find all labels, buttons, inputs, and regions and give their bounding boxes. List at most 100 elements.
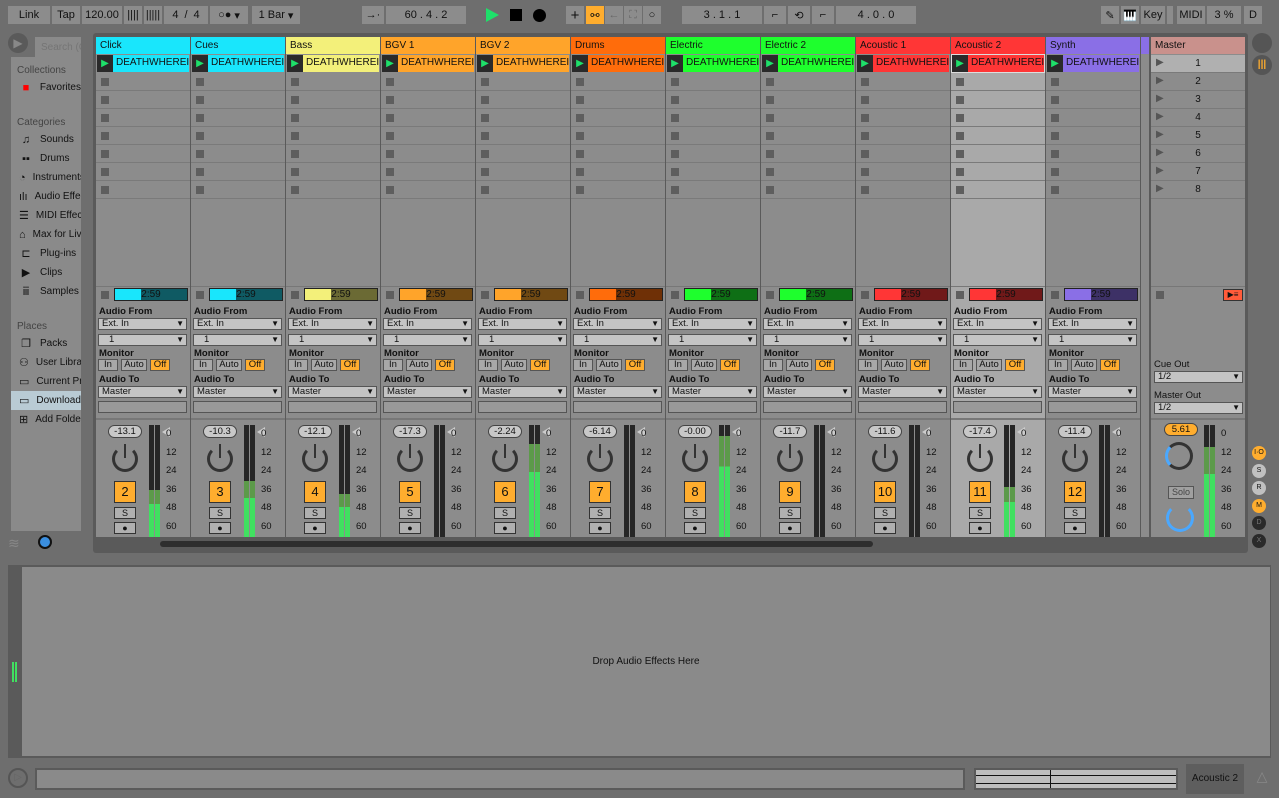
audio-to-select[interactable]: Master: [1048, 386, 1137, 398]
empty-clip-slot[interactable]: [476, 91, 570, 109]
track-activator-button[interactable]: 4: [304, 481, 326, 503]
solo-button[interactable]: S: [684, 507, 706, 519]
monitor-in-button[interactable]: In: [193, 359, 213, 371]
empty-clip-slot[interactable]: [856, 145, 950, 163]
monitor-off-button[interactable]: Off: [720, 359, 740, 371]
loop-icon[interactable]: ⟲: [788, 6, 810, 24]
audio-from-select[interactable]: Ext. In: [478, 318, 567, 330]
browser-item-clips[interactable]: ▶ Clips: [11, 263, 81, 282]
arm-button[interactable]: ●: [684, 522, 706, 534]
track-stop-button[interactable]: [671, 291, 679, 299]
empty-clip-slot[interactable]: [191, 109, 285, 127]
input-channel-select[interactable]: 1: [478, 334, 567, 346]
empty-clip-slot[interactable]: [666, 73, 760, 91]
clip-play-icon[interactable]: ▶: [97, 55, 113, 72]
arrangement-position-field[interactable]: 60 . 4 . 2: [386, 6, 466, 24]
monitor-auto-button[interactable]: Auto: [976, 359, 1002, 371]
track-header[interactable]: Electric 2: [761, 37, 855, 54]
record-icon[interactable]: [533, 9, 546, 22]
monitor-in-button[interactable]: In: [573, 359, 593, 371]
empty-clip-slot[interactable]: [96, 91, 190, 109]
empty-clip-slot[interactable]: [1046, 127, 1140, 145]
input-channel-select[interactable]: 1: [763, 334, 852, 346]
empty-clip-slot[interactable]: [96, 163, 190, 181]
arm-button[interactable]: ●: [304, 522, 326, 534]
empty-clip-slot[interactable]: [951, 73, 1045, 91]
empty-clip-slot[interactable]: [286, 127, 380, 145]
clip-play-icon[interactable]: ▶: [477, 55, 493, 72]
tempo-field[interactable]: 120.00: [82, 6, 122, 24]
empty-clip-slot[interactable]: [571, 145, 665, 163]
solo-button[interactable]: S: [399, 507, 421, 519]
empty-clip-slot[interactable]: [96, 73, 190, 91]
overdub-plus-icon[interactable]: +: [566, 6, 584, 24]
arm-button[interactable]: ●: [494, 522, 516, 534]
empty-clip-slot[interactable]: [1046, 145, 1140, 163]
monitor-auto-button[interactable]: Auto: [691, 359, 717, 371]
track-header[interactable]: BGV 1: [381, 37, 475, 54]
audio-to-select[interactable]: Master: [383, 386, 472, 398]
solo-button[interactable]: S: [874, 507, 896, 519]
track-activator-button[interactable]: 11: [969, 481, 991, 503]
clip-slot-playing[interactable]: ▶DEATHWHEREISYOURSTING: [97, 55, 189, 72]
side-toggle-d[interactable]: D: [1252, 516, 1266, 530]
empty-clip-slot[interactable]: [761, 73, 855, 91]
track-volume[interactable]: -11.6: [868, 425, 902, 438]
audio-to-select[interactable]: Master: [573, 386, 662, 398]
track-activator-button[interactable]: 3: [209, 481, 231, 503]
empty-clip-slot[interactable]: [381, 127, 475, 145]
draw-mode-icon[interactable]: ✎: [1101, 6, 1119, 24]
empty-clip-slot[interactable]: [856, 91, 950, 109]
monitor-off-button[interactable]: Off: [245, 359, 265, 371]
clip-slot-playing[interactable]: ▶DEATHWHEREISYOURSTING: [667, 55, 759, 72]
overview-minimap[interactable]: [974, 768, 1178, 790]
track-stop-button[interactable]: [481, 291, 489, 299]
track-stop-button[interactable]: [196, 291, 204, 299]
arm-button[interactable]: ●: [209, 522, 231, 534]
side-toggle-r[interactable]: R: [1252, 481, 1266, 495]
output-channel-select[interactable]: [763, 401, 852, 413]
empty-clip-slot[interactable]: [96, 127, 190, 145]
monitor-auto-button[interactable]: Auto: [881, 359, 907, 371]
solo-button[interactable]: S: [1064, 507, 1086, 519]
clip-play-icon[interactable]: ▶: [1047, 55, 1063, 72]
audio-from-select[interactable]: Ext. In: [288, 318, 377, 330]
tap-tempo-button[interactable]: Tap: [52, 6, 80, 24]
monitor-in-button[interactable]: In: [288, 359, 308, 371]
solo-button[interactable]: S: [589, 507, 611, 519]
empty-clip-slot[interactable]: [381, 181, 475, 199]
audio-from-select[interactable]: Ext. In: [763, 318, 852, 330]
output-channel-select[interactable]: [478, 401, 567, 413]
empty-clip-slot[interactable]: [951, 127, 1045, 145]
empty-clip-slot[interactable]: [856, 73, 950, 91]
detail-toggle-icon[interactable]: △: [1253, 768, 1271, 788]
monitor-in-button[interactable]: In: [98, 359, 118, 371]
track-volume[interactable]: -0.00: [678, 425, 712, 438]
master-track-header[interactable]: Master: [1151, 37, 1245, 54]
audio-from-select[interactable]: Ext. In: [98, 318, 187, 330]
empty-clip-slot[interactable]: [191, 163, 285, 181]
input-channel-select[interactable]: 1: [288, 334, 377, 346]
monitor-auto-button[interactable]: Auto: [406, 359, 432, 371]
track-activator-button[interactable]: 9: [779, 481, 801, 503]
track-volume[interactable]: -2.24: [488, 425, 522, 438]
empty-clip-slot[interactable]: [191, 145, 285, 163]
audio-to-select[interactable]: Master: [953, 386, 1042, 398]
empty-clip-slot[interactable]: [856, 109, 950, 127]
browser-item-favorites[interactable]: ■ Favorites: [11, 78, 81, 97]
output-channel-select[interactable]: [573, 401, 662, 413]
punch-out-icon[interactable]: ⌐: [812, 6, 834, 24]
solo-button[interactable]: S: [969, 507, 991, 519]
selected-track-tab[interactable]: Acoustic 2: [1186, 764, 1244, 794]
output-channel-select[interactable]: [193, 401, 282, 413]
browser-item-drums[interactable]: ▪▪ Drums: [11, 149, 81, 168]
track-volume[interactable]: -12.1: [298, 425, 332, 438]
browser-toggle-icon[interactable]: ▶: [8, 33, 28, 53]
output-channel-select[interactable]: [288, 401, 377, 413]
side-toggle-io[interactable]: I·O: [1252, 446, 1266, 460]
empty-clip-slot[interactable]: [856, 163, 950, 181]
nudge-up-icon[interactable]: |||||: [144, 6, 162, 24]
clip-slot-playing[interactable]: ▶DEATHWHEREISYOURSTING: [382, 55, 474, 72]
clip-play-icon[interactable]: ▶: [952, 55, 968, 72]
solo-button[interactable]: S: [304, 507, 326, 519]
